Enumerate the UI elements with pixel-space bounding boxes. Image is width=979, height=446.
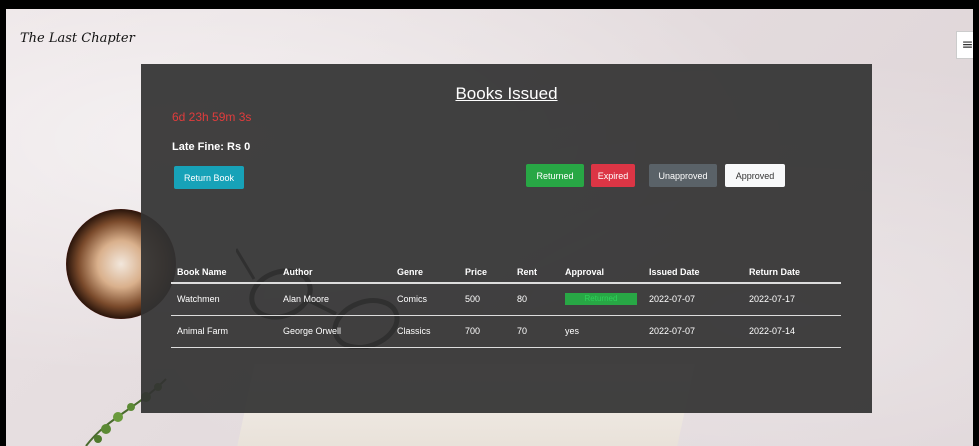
book-name-cell: Animal Farm: [171, 315, 277, 348]
page-background: The Last Chapter ≡ Books Issued 6d 23h 5…: [6, 9, 973, 446]
return-book-button[interactable]: Return Book: [174, 166, 244, 189]
hamburger-icon: ≡: [961, 37, 973, 53]
approval-cell: Returned: [559, 283, 643, 316]
column-header: Book Name: [171, 262, 277, 284]
table-row: Watchmen Alan Moore Comics 500 80 Return…: [171, 283, 841, 316]
issued-date-cell: 2022-07-07: [643, 283, 743, 316]
approval-cell: yes: [559, 315, 643, 348]
column-header: Author: [277, 262, 391, 284]
author-cell: Alan Moore: [277, 283, 391, 316]
column-header: Rent: [511, 262, 559, 284]
book-name-cell: Watchmen: [171, 283, 277, 316]
rent-cell: 70: [511, 315, 559, 348]
issued-date-cell: 2022-07-07: [643, 315, 743, 348]
legend-unapproved-badge: Unapproved: [649, 164, 717, 187]
genre-cell: Classics: [391, 315, 459, 348]
issued-books-table: Book Name Author Genre Price Rent Approv…: [171, 262, 841, 348]
column-header: Issued Date: [643, 262, 743, 284]
column-header: Approval: [559, 262, 643, 284]
column-header: Price: [459, 262, 511, 284]
legend-returned-badge: Returned: [526, 164, 584, 187]
page-title: Books Issued: [455, 84, 558, 103]
return-date-cell: 2022-07-14: [743, 315, 841, 348]
column-header: Return Date: [743, 262, 841, 284]
author-cell: George Orwell: [277, 315, 391, 348]
books-issued-panel: Books Issued 6d 23h 59m 3s Late Fine: Rs…: [141, 64, 872, 413]
rent-cell: 80: [511, 283, 559, 316]
approval-status-badge: Returned: [565, 293, 637, 306]
late-fine-text: Late Fine: Rs 0: [172, 141, 251, 153]
table-row: Animal Farm George Orwell Classics 700 7…: [171, 315, 841, 348]
price-cell: 500: [459, 283, 511, 316]
legend-approved-badge: Approved: [725, 164, 785, 187]
countdown-timer: 6d 23h 59m 3s: [172, 110, 252, 124]
price-cell: 700: [459, 315, 511, 348]
menu-toggle-button[interactable]: ≡: [956, 31, 973, 59]
column-header: Genre: [391, 262, 459, 284]
table-header-row: Book Name Author Genre Price Rent Approv…: [171, 262, 841, 284]
genre-cell: Comics: [391, 283, 459, 316]
legend-expired-badge: Expired: [591, 164, 635, 187]
return-date-cell: 2022-07-17: [743, 283, 841, 316]
brand-logo[interactable]: The Last Chapter: [20, 31, 135, 46]
